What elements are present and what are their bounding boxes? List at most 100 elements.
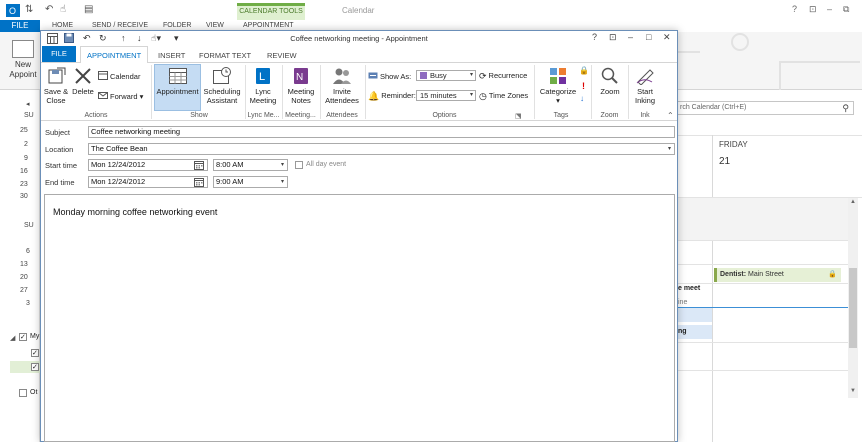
delete-icon	[75, 68, 91, 84]
bg-calendar-checkbox[interactable]: ✓	[31, 363, 39, 371]
bg-ribbon-display-icon[interactable]: ⊡	[809, 4, 817, 15]
send-receive-icon[interactable]: ⇅	[25, 4, 33, 16]
bg-tab-appointment[interactable]: APPOINTMENT	[243, 22, 294, 29]
bg-all-day-area[interactable]	[676, 198, 848, 240]
bg-expand-icon[interactable]: ◢	[10, 334, 15, 342]
low-importance-icon[interactable]: ↓	[580, 94, 584, 103]
location-input[interactable]: The Coffee Bean ▾	[88, 143, 675, 155]
recurrence-button[interactable]: ⟳ Recurrence	[479, 71, 527, 81]
bg-mini-date[interactable]: 13	[20, 261, 28, 268]
delete-button[interactable]: Delete	[70, 67, 96, 96]
end-date-input[interactable]: Mon 12/24/2012	[88, 176, 208, 188]
bg-search-calendar-input[interactable]: rch Calendar (Ctrl+E) ⚲	[676, 101, 854, 115]
tab-file[interactable]: FILE	[42, 46, 76, 62]
undo-icon[interactable]: ↶	[83, 33, 91, 44]
bg-mini-date[interactable]: 3	[26, 300, 30, 307]
bg-calendar-checkbox[interactable]: ✓	[31, 349, 39, 357]
bg-new-appointment-button[interactable]: New Appoint	[6, 40, 40, 80]
previous-item-icon[interactable]: ↑	[121, 33, 126, 43]
private-lock-icon[interactable]: 🔒	[579, 66, 589, 75]
next-item-icon[interactable]: ↓	[137, 33, 142, 43]
start-time-dropdown[interactable]: 8:00 AM ▾	[213, 159, 288, 171]
quick-access-icon[interactable]: ▤	[84, 4, 93, 16]
calendar-button[interactable]: Calendar	[98, 71, 140, 81]
touch-mode-icon[interactable]: ☝▾	[151, 33, 161, 44]
tab-appointment[interactable]: APPOINTMENT	[87, 51, 141, 60]
ribbon-display-options-icon[interactable]: ⊡	[609, 32, 617, 43]
group-separator	[282, 65, 283, 119]
customize-qat-icon[interactable]: ▾	[174, 33, 179, 44]
redo-icon[interactable]: ↻	[99, 33, 107, 44]
bg-tab-view[interactable]: VIEW	[206, 22, 224, 29]
bg-restore-icon[interactable]: ⧉	[843, 4, 849, 15]
help-button[interactable]: ?	[592, 32, 597, 42]
scheduling-assistant-button[interactable]: Scheduling Assistant	[202, 67, 242, 105]
bg-event-fragment[interactable]: ine	[678, 299, 687, 306]
bg-mini-date[interactable]: 23	[20, 181, 28, 188]
categorize-button[interactable]: Categorize ▾	[536, 67, 580, 105]
busy-swatch	[420, 72, 427, 79]
tab-insert[interactable]: INSERT	[158, 51, 185, 60]
high-importance-icon[interactable]: !	[582, 81, 585, 91]
bg-day-number[interactable]: 21	[719, 156, 730, 167]
appointment-body-editor[interactable]: Monday morning coffee networking event	[44, 194, 675, 442]
bg-mini-date[interactable]: 30	[20, 193, 28, 200]
chevron-down-icon: ▾	[469, 92, 473, 98]
bg-mini-date[interactable]: 6	[26, 248, 30, 255]
reminder-dropdown[interactable]: 15 minutes ▾	[416, 90, 476, 101]
undo-icon[interactable]: ↶	[45, 4, 53, 16]
forward-button[interactable]: Forward ▾	[98, 91, 143, 101]
start-date-calendar-icon[interactable]	[193, 159, 205, 171]
bg-event-fragment[interactable]: e meet	[678, 285, 700, 292]
bg-tab-folder[interactable]: FOLDER	[163, 22, 191, 29]
tab-review[interactable]: REVIEW	[267, 51, 297, 60]
collapse-ribbon-icon[interactable]: ⌃	[667, 111, 674, 120]
start-inking-button[interactable]: Start Inking	[629, 67, 661, 105]
appointment-app-icon	[47, 33, 58, 46]
minimize-button[interactable]: –	[628, 32, 633, 42]
touch-mode-icon[interactable]: ☝	[60, 4, 66, 16]
bg-mini-date[interactable]: 27	[20, 287, 28, 294]
options-dialog-launcher-icon[interactable]: ⬔	[515, 112, 522, 120]
save-icon[interactable]	[64, 33, 74, 45]
time-zones-button[interactable]: ◷ Time Zones	[479, 91, 528, 101]
close-button[interactable]: ✕	[663, 32, 671, 43]
bg-scrollbar-thumb[interactable]	[849, 268, 857, 348]
search-icon[interactable]: ⚲	[842, 103, 849, 114]
maximize-button[interactable]: □	[646, 32, 651, 42]
meeting-notes-button[interactable]: N Meeting Notes	[284, 67, 318, 105]
all-day-event-checkbox[interactable]	[295, 161, 303, 169]
lync-meeting-button[interactable]: L Lync Meeting	[247, 67, 279, 105]
bg-event-fragment[interactable]: ng	[678, 328, 687, 335]
show-as-dropdown[interactable]: Busy ▾	[416, 70, 476, 81]
bg-selected-slot[interactable]	[676, 308, 712, 322]
scroll-down-icon[interactable]: ▼	[850, 388, 856, 394]
bg-tab-file[interactable]: FILE	[0, 20, 40, 32]
subject-input[interactable]: Coffee networking meeting	[88, 126, 675, 138]
bg-tab-send-receive[interactable]: SEND / RECEIVE	[92, 22, 148, 29]
bg-other-calendars-checkbox[interactable]	[19, 389, 27, 397]
group-lync-label: Lync Me...	[247, 112, 280, 119]
bg-mini-date[interactable]: 25	[20, 127, 28, 134]
save-close-button[interactable]: Save & Close	[42, 67, 70, 105]
bg-mini-date[interactable]: 20	[20, 274, 28, 281]
bg-minimize-icon[interactable]: –	[827, 4, 832, 14]
bg-mini-date[interactable]: 9	[24, 155, 28, 162]
end-date-calendar-icon[interactable]	[193, 176, 205, 188]
zoom-button[interactable]: Zoom	[593, 67, 627, 96]
invite-attendees-button[interactable]: Invite Attendees	[322, 67, 362, 105]
bg-help-icon[interactable]: ?	[792, 4, 797, 14]
bg-my-calendars-checkbox[interactable]: ✓	[19, 333, 27, 341]
bg-mini-date[interactable]: 16	[20, 168, 28, 175]
chevron-down-icon[interactable]: ▾	[668, 144, 671, 154]
show-as-icon	[368, 72, 378, 79]
bg-prev-month-icon[interactable]: ◂	[26, 100, 30, 108]
bg-dentist-appointment[interactable]: Dentist: Main Street 🔒	[714, 268, 841, 282]
start-date-input[interactable]: Mon 12/24/2012	[88, 159, 208, 171]
appointment-view-button[interactable]: Appointment	[154, 67, 201, 96]
tab-format-text[interactable]: FORMAT TEXT	[199, 51, 251, 60]
bg-tab-home[interactable]: HOME	[52, 22, 73, 29]
bg-mini-date[interactable]: 2	[24, 141, 28, 148]
scroll-up-icon[interactable]: ▲	[850, 199, 856, 205]
end-time-dropdown[interactable]: 9:00 AM ▾	[213, 176, 288, 188]
